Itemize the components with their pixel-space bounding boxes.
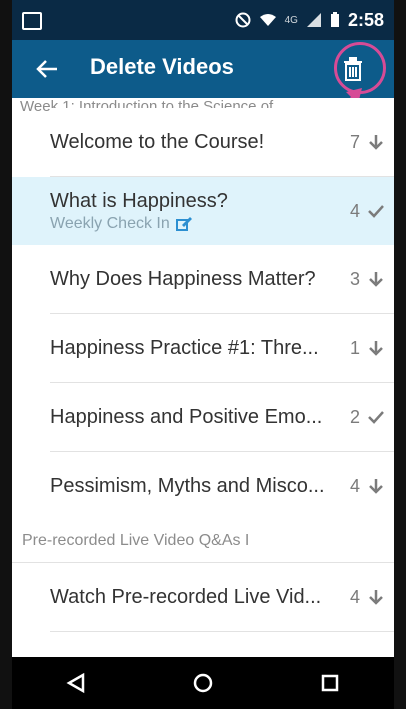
edit-icon xyxy=(175,216,192,231)
item-meta: 4 xyxy=(350,201,384,222)
page-title: Delete Videos xyxy=(90,54,234,79)
item-title: Why Does Happiness Matter? xyxy=(50,267,316,290)
download-arrow-icon xyxy=(369,272,383,287)
item-meta: 2 xyxy=(350,407,384,428)
item-title: Happiness and Positive Emo... xyxy=(50,405,323,428)
item-meta: 1 xyxy=(350,338,384,359)
trash-icon xyxy=(344,57,362,81)
list-item[interactable]: Welcome to the Course! 7 xyxy=(50,108,394,177)
item-count: 4 xyxy=(349,475,360,496)
item-count: 1 xyxy=(349,337,360,358)
item-subtitle-text: Weekly Check In xyxy=(50,214,170,232)
download-arrow-icon xyxy=(369,590,383,605)
status-bar: 4G 2:58 xyxy=(12,0,394,40)
home-circle-icon xyxy=(193,673,213,693)
list-section-1: Welcome to the Course! 7 What is Happine… xyxy=(12,108,394,520)
item-texts: Welcome to the Course! xyxy=(50,131,264,154)
list-item[interactable]: Pessimism, Myths and Misco... 4 xyxy=(50,452,394,520)
item-texts: Why Does Happiness Matter? xyxy=(50,268,316,291)
section-header: Pre-recorded Live Video Q&As I xyxy=(12,520,394,563)
item-texts: Pessimism, Myths and Misco... xyxy=(50,475,325,498)
item-subtitle: Weekly Check In xyxy=(50,215,228,233)
item-count: 4 xyxy=(349,200,360,221)
nav-recent-button[interactable] xyxy=(306,663,354,703)
section-header-peek: Week 1: Introduction to the Science of xyxy=(20,98,274,115)
item-count: 7 xyxy=(349,131,360,152)
item-meta: 4 xyxy=(350,476,384,497)
item-count: 3 xyxy=(349,268,360,289)
signal-icon xyxy=(306,12,322,28)
item-texts: Watch Pre-recorded Live Vid... xyxy=(50,586,321,609)
list-section-2: Watch Pre-recorded Live Vid... 4 xyxy=(12,563,394,632)
item-texts: What is Happiness? Weekly Check In xyxy=(50,190,228,233)
item-title: Watch Pre-recorded Live Vid... xyxy=(50,585,322,608)
clock: 2:58 xyxy=(347,9,384,30)
check-icon xyxy=(368,411,384,424)
item-texts: Happiness Practice #1: Thre... xyxy=(50,337,319,360)
left-bezel xyxy=(0,0,12,709)
wifi-icon xyxy=(259,13,277,27)
right-bezel xyxy=(394,0,406,709)
video-list: Week 1: Introduction to the Science of W… xyxy=(12,98,394,657)
item-count: 4 xyxy=(349,586,360,607)
status-icons: 4G 2:58 xyxy=(235,6,384,34)
image-icon xyxy=(22,12,42,30)
arrow-left-icon xyxy=(36,60,57,78)
list-item[interactable]: Watch Pre-recorded Live Vid... 4 xyxy=(50,563,394,632)
network-label: 4G xyxy=(284,14,298,26)
item-title: Pessimism, Myths and Misco... xyxy=(50,474,325,497)
back-triangle-icon xyxy=(66,672,84,694)
list-item[interactable]: Happiness and Positive Emo... 2 xyxy=(50,383,394,452)
battery-icon xyxy=(330,12,340,28)
android-nav-bar xyxy=(12,657,394,709)
download-arrow-icon xyxy=(369,341,383,356)
item-title: Welcome to the Course! xyxy=(50,130,265,153)
nav-home-button[interactable] xyxy=(179,663,227,703)
check-icon xyxy=(368,205,384,218)
item-title: What is Happiness? xyxy=(50,189,228,212)
item-texts: Happiness and Positive Emo... xyxy=(50,406,322,429)
download-arrow-icon xyxy=(369,135,383,150)
back-button[interactable] xyxy=(30,52,64,86)
item-count: 2 xyxy=(349,406,360,427)
screen: 4G 2:58 Delete Videos Week 1: Introducti… xyxy=(0,0,406,709)
nav-back-button[interactable] xyxy=(52,663,100,703)
recent-square-icon xyxy=(322,674,339,692)
list-item-selected[interactable]: What is Happiness? Weekly Check In 4 xyxy=(12,177,394,245)
item-title: Happiness Practice #1: Thre... xyxy=(50,336,319,359)
download-arrow-icon xyxy=(369,479,383,494)
item-meta: 3 xyxy=(350,269,384,290)
item-meta: 7 xyxy=(350,132,384,153)
list-item[interactable]: Happiness Practice #1: Thre... 1 xyxy=(50,314,394,383)
item-meta: 4 xyxy=(350,587,384,608)
no-disturb-icon xyxy=(235,12,251,28)
list-item[interactable]: Why Does Happiness Matter? 3 xyxy=(50,245,394,314)
